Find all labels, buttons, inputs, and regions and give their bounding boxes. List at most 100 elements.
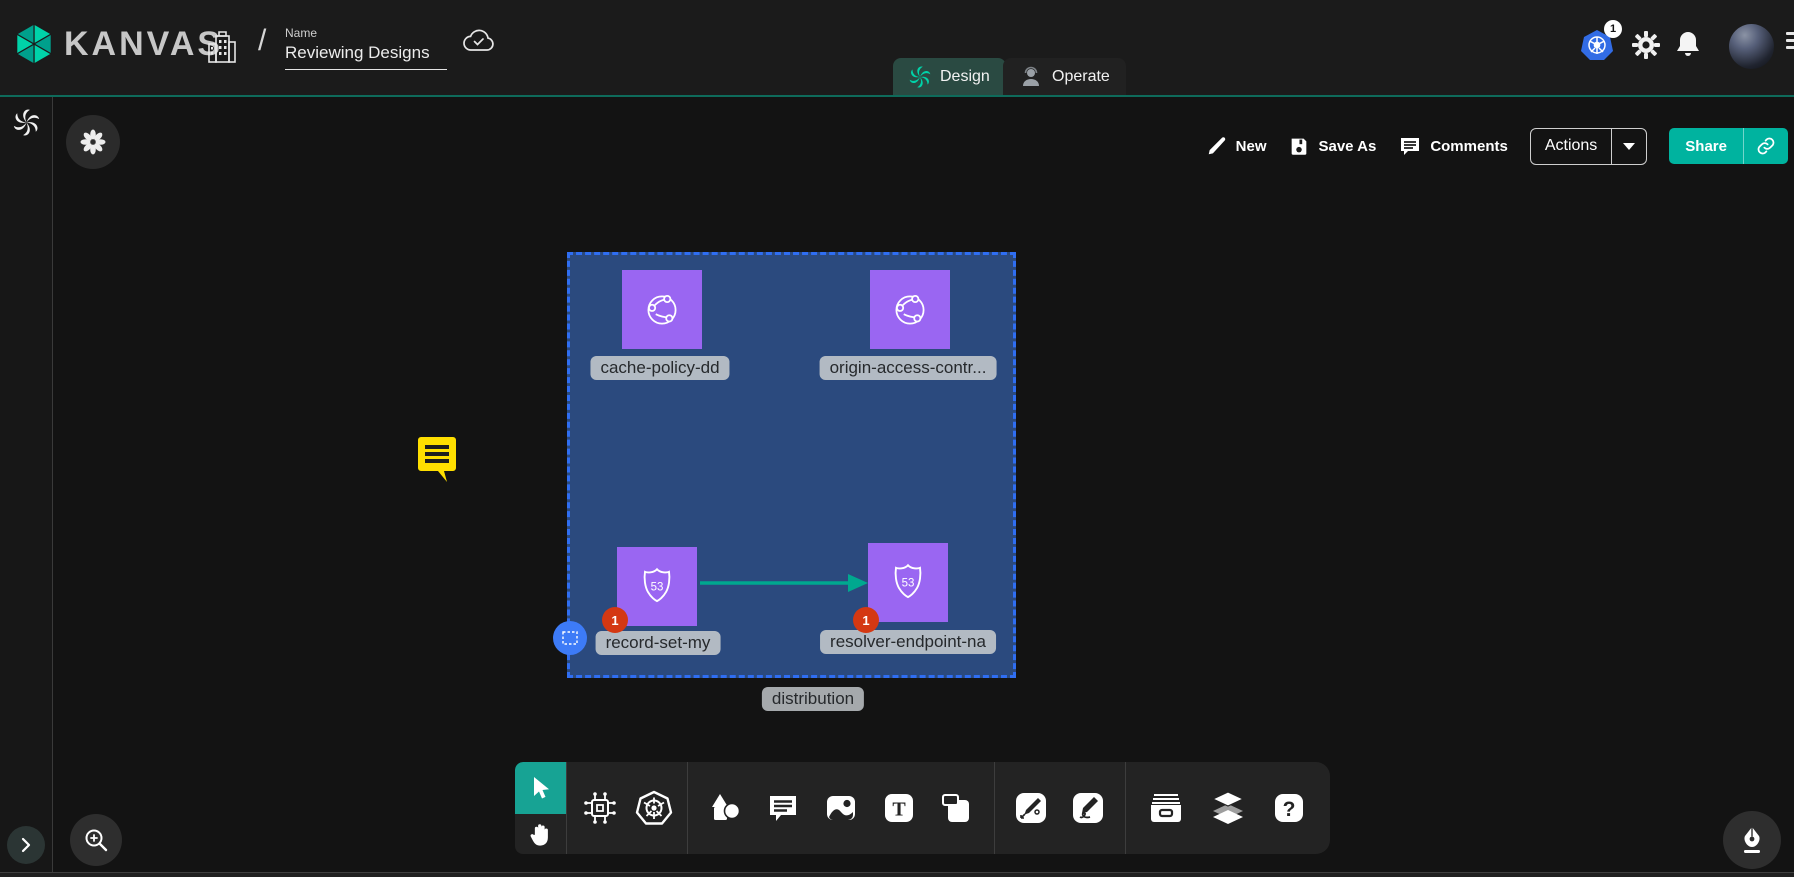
comments-icon [1398, 134, 1422, 158]
annotation-tools: T [688, 762, 994, 854]
brand-name: KANVAS [64, 25, 223, 64]
pen-nib-icon [1738, 825, 1766, 855]
left-sidebar [0, 97, 53, 877]
comment-bubble-icon [765, 790, 801, 826]
save-icon [1288, 135, 1310, 157]
archive-drawer-icon [1147, 791, 1185, 825]
canvas-toolbar: T [515, 762, 1330, 854]
tab-operate[interactable]: Operate [1003, 58, 1126, 95]
whiteboard-pen-button[interactable] [1723, 811, 1781, 869]
cloud-saved-icon [462, 28, 496, 54]
kubernetes-tool[interactable] [633, 787, 675, 829]
node-origin-access[interactable] [870, 270, 950, 349]
actions-caret-button[interactable] [1611, 129, 1646, 164]
route53-shield-icon: 53 [885, 560, 931, 606]
kubernetes-wheel-icon [635, 789, 673, 827]
kubernetes-badge: 1 [1604, 20, 1622, 38]
freehand-pencil-icon [1070, 790, 1106, 826]
library-tools: ? [1126, 762, 1330, 854]
new-label: New [1236, 138, 1267, 155]
expand-sidebar-button[interactable] [7, 826, 45, 864]
actions-label: Actions [1531, 129, 1611, 164]
new-button[interactable]: New [1206, 135, 1267, 157]
node-record-set[interactable]: 53 [617, 547, 697, 626]
shapes-icon [707, 790, 743, 826]
chevron-down-icon [1622, 141, 1636, 151]
link-icon [1756, 136, 1776, 156]
vector-pen-tool[interactable] [1010, 787, 1052, 829]
node-label-origin-access[interactable]: origin-access-contr... [820, 356, 997, 380]
operate-person-icon [1019, 65, 1043, 89]
design-name-block: Name Reviewing Designs [285, 26, 447, 70]
notifications-bell-icon[interactable] [1674, 29, 1702, 59]
hand-icon [528, 821, 552, 847]
chevron-right-icon [18, 837, 34, 853]
meshery-swirl-icon[interactable] [13, 109, 40, 136]
pan-tool[interactable] [515, 814, 566, 854]
select-tool[interactable] [515, 762, 566, 814]
user-avatar[interactable] [1729, 24, 1774, 69]
shapes-tool[interactable] [704, 787, 746, 829]
comments-button[interactable]: Comments [1398, 134, 1508, 158]
node-resolver-endpoint[interactable]: 53 [868, 543, 948, 622]
node-cache-policy[interactable] [622, 270, 702, 349]
kanvas-app: KANVAS / Name Reviewing Designs [0, 0, 1794, 877]
group-selection-handle[interactable] [553, 621, 587, 655]
text-icon: T [882, 791, 916, 825]
zoom-in-button[interactable] [70, 814, 122, 866]
layers-icon [1209, 790, 1247, 826]
archive-tool[interactable] [1145, 787, 1187, 829]
cloudfront-globe-icon [639, 287, 685, 333]
layers-tool[interactable] [1207, 787, 1249, 829]
svg-text:53: 53 [651, 581, 664, 593]
zoom-in-icon [83, 827, 109, 853]
infrastructure-tools [567, 762, 687, 854]
header: KANVAS / Name Reviewing Designs [0, 0, 1794, 95]
copy-link-button[interactable] [1743, 128, 1788, 164]
save-as-button[interactable]: Save As [1288, 135, 1376, 157]
accent-divider [0, 95, 1794, 97]
window-bottom-edge [0, 872, 1794, 877]
node-label-record-set[interactable]: record-set-my [596, 631, 721, 655]
tab-design-label: Design [940, 68, 990, 86]
node-label-resolver-endpoint[interactable]: resolver-endpoint-na [820, 630, 996, 654]
help-icon: ? [1272, 791, 1306, 825]
group-label-distribution[interactable]: distribution [762, 687, 864, 711]
kanvas-logo-icon [14, 22, 54, 66]
freehand-pencil-tool[interactable] [1067, 787, 1109, 829]
image-icon [823, 790, 859, 826]
cloudfront-globe-icon [887, 287, 933, 333]
design-actions-bar: New Save As Comments Actions [1206, 126, 1788, 166]
menu-icon[interactable] [1786, 32, 1794, 58]
vector-pen-icon [1013, 790, 1049, 826]
edge-record-to-resolver[interactable] [700, 572, 868, 594]
widgets-dock-button[interactable] [66, 115, 120, 169]
chip-icon [582, 790, 618, 826]
settings-gear-icon[interactable] [1631, 30, 1661, 60]
svg-text:?: ? [1283, 798, 1296, 821]
node-label-cache-policy[interactable]: cache-policy-dd [590, 356, 729, 380]
marquee-icon [562, 631, 578, 645]
drawing-tools [995, 762, 1125, 854]
design-name-input[interactable]: Reviewing Designs [285, 43, 447, 70]
share-button[interactable]: Share [1669, 128, 1788, 164]
svg-text:53: 53 [902, 577, 915, 589]
text-tool[interactable]: T [878, 787, 920, 829]
kubernetes-context-button[interactable]: 1 [1580, 28, 1614, 62]
route53-shield-icon: 53 [634, 564, 680, 610]
actions-dropdown[interactable]: Actions [1530, 128, 1647, 165]
tab-design[interactable]: Design [893, 58, 1006, 95]
component-tool[interactable] [579, 787, 621, 829]
sticky-note-icon [939, 790, 975, 826]
comment-tool[interactable] [762, 787, 804, 829]
flower-icon [80, 129, 106, 155]
brand[interactable]: KANVAS [14, 22, 223, 66]
comment-pin[interactable] [413, 433, 459, 483]
organization-icon[interactable] [205, 28, 239, 66]
node-resolver-endpoint-badge[interactable]: 1 [853, 607, 879, 633]
sticky-note-tool[interactable] [936, 787, 978, 829]
design-swirl-icon [909, 66, 931, 88]
image-tool[interactable] [820, 787, 862, 829]
node-record-set-badge[interactable]: 1 [602, 607, 628, 633]
help-tool[interactable]: ? [1268, 787, 1310, 829]
